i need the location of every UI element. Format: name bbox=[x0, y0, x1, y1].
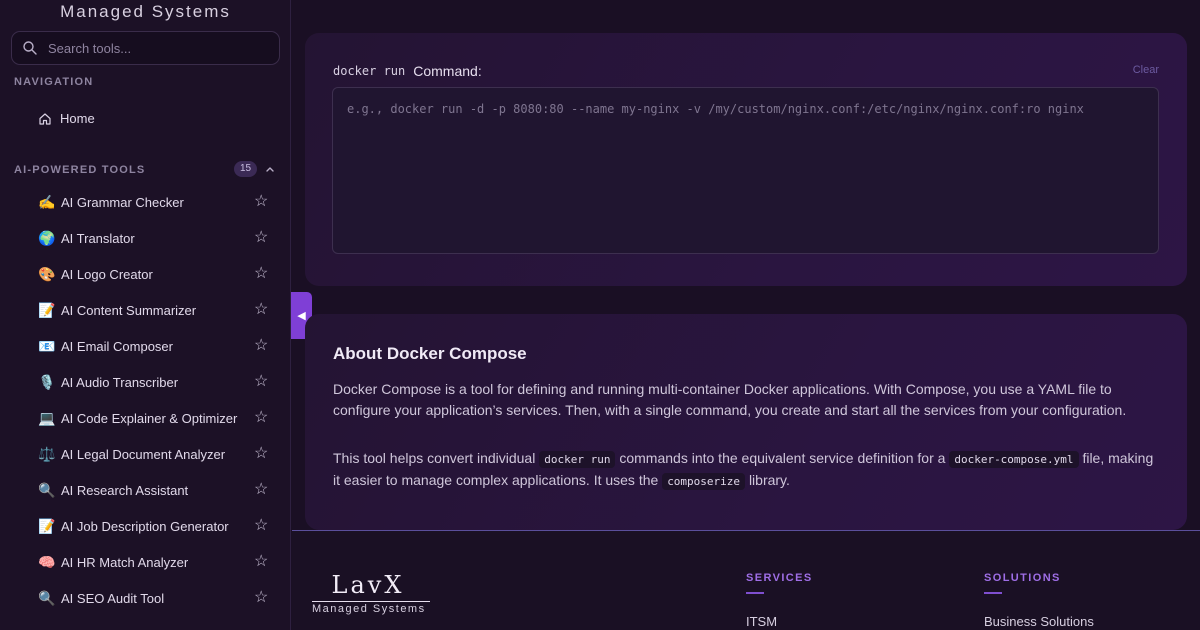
star-icon[interactable]: ☆ bbox=[254, 590, 268, 606]
palette-icon: 🎨 bbox=[38, 265, 56, 282]
sidebar-item-label: AI Audio Transcriber bbox=[61, 374, 179, 390]
memo-icon: 📝 bbox=[38, 517, 56, 534]
sidebar-item-legal-analyzer[interactable]: ⚖️ AI Legal Document Analyzer ☆ bbox=[0, 436, 290, 472]
clear-button[interactable]: Clear bbox=[1133, 64, 1159, 76]
command-input[interactable] bbox=[332, 87, 1159, 254]
sidebar-item-audio-transcriber[interactable]: 🎙️ AI Audio Transcriber ☆ bbox=[0, 364, 290, 400]
inline-code: docker-compose.yml bbox=[949, 451, 1079, 468]
writing-hand-icon: ✍️ bbox=[38, 193, 56, 210]
footer-link-business-solutions[interactable]: Business Solutions bbox=[984, 614, 1094, 629]
footer: LavX Managed Systems SERVICES ITSM SOLUT… bbox=[292, 530, 1200, 630]
sidebar-item-label: AI HR Match Analyzer bbox=[61, 554, 189, 570]
sidebar-item-label: AI Job Description Generator bbox=[61, 518, 229, 534]
footer-services-column: SERVICES ITSM bbox=[746, 572, 813, 629]
star-icon[interactable]: ☆ bbox=[254, 446, 268, 462]
logo-divider bbox=[312, 601, 430, 602]
chevron-up-icon[interactable] bbox=[264, 164, 276, 174]
about-paragraph-2: This tool helps convert individual docke… bbox=[333, 448, 1163, 492]
main-content: docker run Command: Clear About Docker C… bbox=[292, 0, 1200, 630]
star-icon[interactable]: ☆ bbox=[254, 554, 268, 570]
sidebar-item-logo-creator[interactable]: 🎨 AI Logo Creator ☆ bbox=[0, 256, 290, 292]
sidebar-item-label: AI Translator bbox=[61, 230, 135, 246]
magnifier-icon: 🔍 bbox=[38, 481, 56, 498]
tools-count-badge: 15 bbox=[234, 161, 257, 177]
command-card: docker run Command: Clear bbox=[305, 33, 1187, 286]
sidebar-item-home[interactable]: Home bbox=[38, 111, 95, 126]
sidebar-item-hr-match[interactable]: 🧠 AI HR Match Analyzer ☆ bbox=[0, 544, 290, 580]
star-icon[interactable]: ☆ bbox=[254, 230, 268, 246]
about-text: commands into the equivalent service def… bbox=[619, 450, 946, 466]
about-title: About Docker Compose bbox=[333, 344, 527, 363]
scales-icon: ⚖️ bbox=[38, 445, 56, 462]
globe-icon: 🌍 bbox=[38, 229, 56, 246]
sidebar-item-label: AI Email Composer bbox=[61, 338, 173, 354]
about-text: library. bbox=[748, 472, 790, 488]
sidebar-item-code-explainer[interactable]: 💻 AI Code Explainer & Optimizer ☆ bbox=[0, 400, 290, 436]
sidebar-item-job-description[interactable]: 📝 AI Job Description Generator ☆ bbox=[0, 508, 290, 544]
search-icon bbox=[23, 41, 37, 55]
sidebar-item-label: AI Logo Creator bbox=[61, 266, 153, 282]
sidebar-item-translator[interactable]: 🌍 AI Translator ☆ bbox=[0, 220, 290, 256]
footer-solutions-heading: SOLUTIONS bbox=[984, 572, 1061, 584]
inline-code: docker run bbox=[539, 451, 616, 468]
about-text: This tool helps convert individual bbox=[333, 450, 536, 466]
star-icon[interactable]: ☆ bbox=[254, 374, 268, 390]
about-paragraph-1: Docker Compose is a tool for defining an… bbox=[333, 381, 1127, 418]
sidebar-item-label: AI Code Explainer & Optimizer bbox=[61, 410, 238, 426]
sidebar: Managed Systems NAVIGATION Home AI-POWER… bbox=[0, 0, 291, 630]
sidebar-item-grammar-checker[interactable]: ✍️ AI Grammar Checker ☆ bbox=[0, 184, 290, 220]
magnifier-icon: 🔍 bbox=[38, 589, 56, 606]
nav-section-label: NAVIGATION bbox=[14, 76, 94, 88]
star-icon[interactable]: ☆ bbox=[254, 302, 268, 318]
brand-subtitle: Managed Systems bbox=[60, 2, 231, 21]
star-icon[interactable]: ☆ bbox=[254, 410, 268, 426]
star-icon[interactable]: ☆ bbox=[254, 482, 268, 498]
heading-underline bbox=[984, 592, 1002, 594]
sidebar-item-label: AI Legal Document Analyzer bbox=[61, 446, 226, 462]
about-card: About Docker Compose Docker Compose is a… bbox=[305, 314, 1187, 530]
tool-list: ✍️ AI Grammar Checker ☆ 🌍 AI Translator … bbox=[0, 184, 290, 616]
command-label-text: Command: bbox=[413, 63, 482, 79]
email-icon: 📧 bbox=[38, 337, 56, 354]
logo-wordmark: LavX bbox=[331, 571, 405, 599]
sidebar-item-content-summarizer[interactable]: 📝 AI Content Summarizer ☆ bbox=[0, 292, 290, 328]
sidebar-item-label: AI SEO Audit Tool bbox=[61, 590, 165, 606]
tools-section-label: AI-POWERED TOOLS bbox=[14, 164, 146, 176]
command-label: docker run Command: bbox=[333, 63, 482, 79]
sidebar-item-label: AI Content Summarizer bbox=[61, 302, 197, 318]
home-icon bbox=[39, 112, 51, 125]
sidebar-item-label: AI Grammar Checker bbox=[61, 194, 184, 210]
footer-services-heading: SERVICES bbox=[746, 572, 813, 584]
star-icon[interactable]: ☆ bbox=[254, 266, 268, 282]
sidebar-item-email-composer[interactable]: 📧 AI Email Composer ☆ bbox=[0, 328, 290, 364]
sidebar-item-research-assistant[interactable]: 🔍 AI Research Assistant ☆ bbox=[0, 472, 290, 508]
sidebar-item-label: AI Research Assistant bbox=[61, 482, 189, 498]
search-box[interactable] bbox=[11, 31, 280, 65]
laptop-icon: 💻 bbox=[38, 409, 56, 426]
footer-link-itsm[interactable]: ITSM bbox=[746, 614, 813, 629]
star-icon[interactable]: ☆ bbox=[254, 338, 268, 354]
sidebar-item-label: Home bbox=[60, 111, 95, 126]
footer-solutions-column: SOLUTIONS Business Solutions bbox=[984, 572, 1094, 629]
brain-icon: 🧠 bbox=[38, 553, 56, 570]
memo-icon: 📝 bbox=[38, 301, 56, 318]
sidebar-item-seo-audit[interactable]: 🔍 AI SEO Audit Tool ☆ bbox=[0, 580, 290, 616]
star-icon[interactable]: ☆ bbox=[254, 518, 268, 534]
footer-logo[interactable]: LavX Managed Systems bbox=[312, 571, 432, 615]
search-input[interactable] bbox=[48, 40, 248, 56]
inline-code: composerize bbox=[662, 473, 746, 490]
microphone-icon: 🎙️ bbox=[38, 373, 56, 390]
star-icon[interactable]: ☆ bbox=[254, 194, 268, 210]
command-code-label: docker run bbox=[333, 64, 406, 78]
logo-subtitle: Managed Systems bbox=[312, 603, 426, 615]
heading-underline bbox=[746, 592, 764, 594]
